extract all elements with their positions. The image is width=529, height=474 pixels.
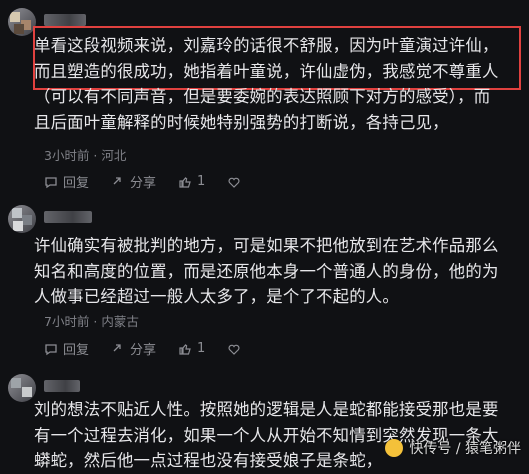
watermark-logo-icon bbox=[385, 439, 404, 457]
reply-icon bbox=[45, 343, 57, 355]
thumbs-up-icon bbox=[179, 176, 191, 188]
comment-line: 单看这段视频来说，刘嘉玲的话很不舒服，因为叶童演过许仙， bbox=[34, 36, 499, 55]
comment-line: 而且塑造的很成功，她指着叶童说，许仙虚伪，我感觉不尊重人 bbox=[34, 61, 499, 81]
comment-line: （可以有不同声音，但是要委婉的表达照顾下对方的感受），而 bbox=[34, 87, 491, 106]
comment-meta: 3小时前 · 河北 bbox=[44, 148, 127, 163]
username[interactable] bbox=[44, 14, 86, 26]
avatar[interactable] bbox=[8, 8, 36, 36]
share-label: 分享 bbox=[130, 176, 157, 191]
comment-line: 知名和高度的位置，而是还原他本身一个普通人的身份，他的为 bbox=[34, 261, 499, 281]
watermark: 快传号 / 猿笔粥伴 bbox=[385, 438, 521, 458]
thumbs-up-icon bbox=[179, 343, 191, 355]
username[interactable] bbox=[44, 211, 92, 223]
like-count: 1 bbox=[197, 341, 206, 356]
comment-line: 许仙确实有被批判的地方，可是如果不把他放到在艺术作品那么 bbox=[34, 236, 499, 255]
like-button[interactable]: 1 bbox=[178, 341, 205, 356]
comment-line: 人做事已经超过一般人太多了，是个了不起的人。 bbox=[34, 287, 399, 306]
reply-button[interactable]: 回复 bbox=[44, 339, 89, 358]
comment-meta: 7小时前 · 内蒙古 bbox=[44, 314, 139, 329]
like-count: 1 bbox=[197, 174, 206, 189]
reply-label: 回复 bbox=[63, 176, 90, 191]
comment-text: 刘的想法不贴近人性。按照她的逻辑是人是蛇都能接受那也是要 有一个过程去消化，如果… bbox=[34, 397, 522, 474]
share-icon bbox=[113, 176, 121, 184]
comment-line: 且后面叶童解释的时候她特别强势的打断说，各持己见， bbox=[34, 112, 449, 132]
dislike-button[interactable] bbox=[227, 175, 246, 189]
heart-icon bbox=[228, 177, 240, 188]
share-button[interactable]: 分享 bbox=[111, 172, 156, 191]
reply-button[interactable]: 回复 bbox=[44, 172, 89, 191]
avatar[interactable] bbox=[8, 374, 36, 402]
share-button[interactable]: 分享 bbox=[111, 339, 156, 358]
watermark-text: 快传号 / 猿笔粥伴 bbox=[409, 441, 521, 457]
comment-text: 许仙确实有被批判的地方，可是如果不把他放到在艺术作品那么 知名和高度的位置，而是… bbox=[34, 233, 522, 310]
comment-text: 单看这段视频来说，刘嘉玲的话很不舒服，因为叶童演过许仙， 而且塑造的很成功，她指… bbox=[34, 33, 522, 135]
comment-actions: 回复 分享 1 bbox=[44, 339, 268, 358]
share-icon bbox=[113, 343, 121, 351]
share-label: 分享 bbox=[130, 343, 157, 358]
dislike-button[interactable] bbox=[227, 342, 246, 356]
avatar[interactable] bbox=[8, 205, 36, 233]
comment-actions: 回复 分享 1 bbox=[44, 172, 268, 191]
comment-line: 刘的想法不贴近人性。按照她的逻辑是人是蛇都能接受那也是要 bbox=[34, 400, 499, 419]
username[interactable] bbox=[44, 380, 80, 392]
reply-label: 回复 bbox=[63, 343, 90, 358]
heart-icon bbox=[228, 344, 240, 355]
like-button[interactable]: 1 bbox=[178, 174, 205, 189]
reply-icon bbox=[45, 176, 57, 188]
